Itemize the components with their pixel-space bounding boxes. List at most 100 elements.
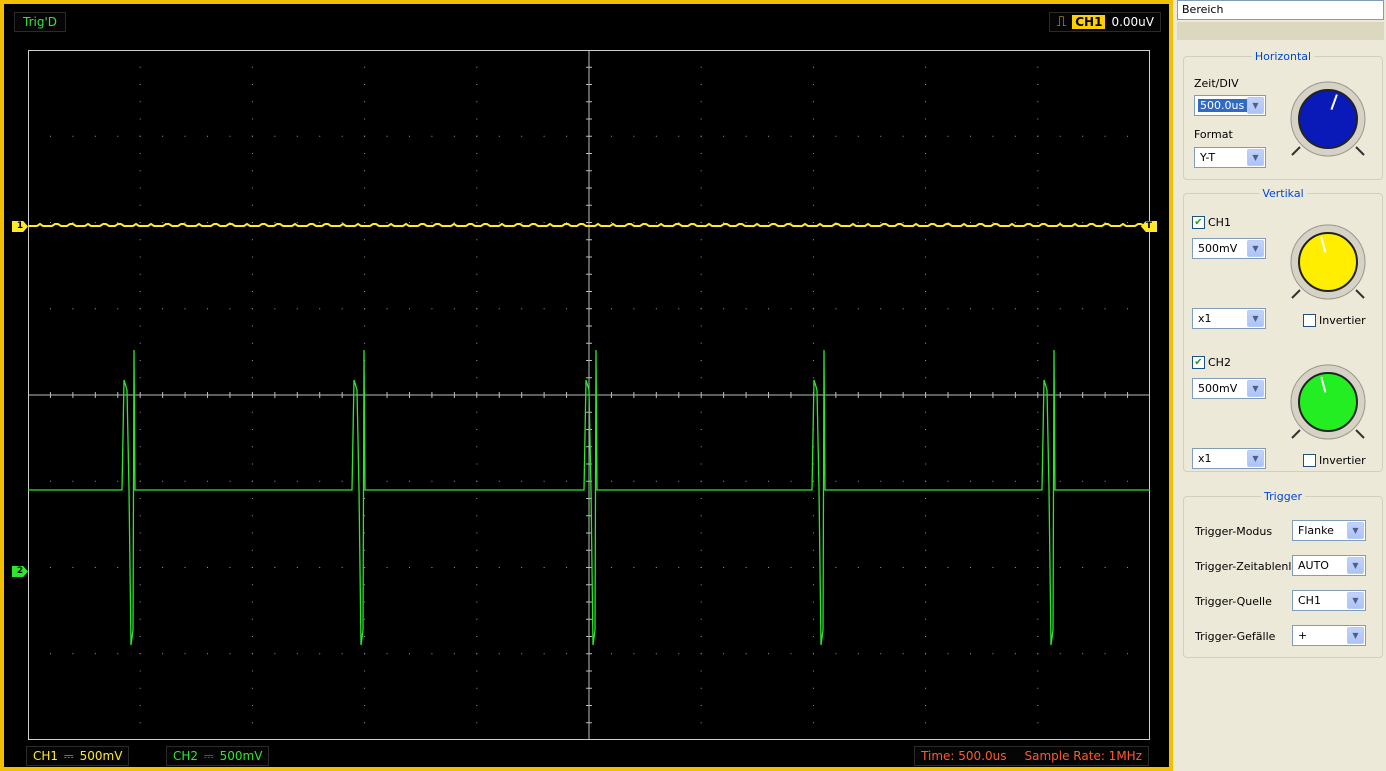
horizontal-knob[interactable] <box>1288 81 1368 161</box>
ch2-volts-knob[interactable] <box>1288 364 1368 444</box>
grid-dot <box>812 480 814 482</box>
trigger-quelle-select[interactable]: CH1 ▼ <box>1292 590 1366 611</box>
ch2-level-marker[interactable]: 2 <box>12 566 28 577</box>
zeit-div-select[interactable]: 500.0us ▼ <box>1194 95 1266 116</box>
grid-dot <box>139 222 141 223</box>
grid-dot <box>947 567 949 568</box>
chevron-down-icon[interactable]: ▼ <box>1247 97 1264 114</box>
grid-dot <box>925 187 927 189</box>
grid-dot <box>925 480 927 482</box>
grid-dot <box>319 653 321 655</box>
grid-dot <box>925 66 927 68</box>
grid-dot <box>1037 118 1039 120</box>
grid-dot <box>925 101 927 103</box>
grid-dot <box>251 308 253 310</box>
chevron-down-icon[interactable]: ▼ <box>1247 310 1264 327</box>
grid-dot <box>139 411 141 413</box>
grid-dot <box>925 705 927 706</box>
grid-dot <box>476 549 478 551</box>
grid-dot <box>969 222 971 223</box>
knob-face <box>1298 89 1358 149</box>
trigger-info: ⎍ CH1 0.00uV <box>1049 12 1161 32</box>
ch2-status-scale: 500mV <box>219 749 263 763</box>
chevron-down-icon[interactable]: ▼ <box>1247 380 1264 397</box>
grid-dot <box>812 515 814 517</box>
grid-dot <box>207 135 209 137</box>
trigger-gefaelle-label: Trigger-Gefälle <box>1195 630 1276 643</box>
ch2-volts-select[interactable]: 500mV ▼ <box>1192 378 1266 399</box>
grid-dot <box>543 653 545 655</box>
grid-dot <box>296 480 298 482</box>
oscilloscope-display[interactable]: Trig'D ⎍ CH1 0.00uV 1 2 T CH1 ⎓ 500mV CH… <box>0 0 1173 771</box>
grid-dot <box>1037 446 1039 448</box>
grid-dot <box>1037 411 1039 413</box>
grid-dot <box>139 377 141 379</box>
trigger-gefaelle-select[interactable]: + ▼ <box>1292 625 1366 646</box>
grid-dot <box>453 567 455 568</box>
ch1-enable-checkbox[interactable]: ✔ CH1 <box>1192 216 1231 229</box>
grid-dot <box>812 532 814 534</box>
chevron-down-icon[interactable]: ▼ <box>1347 592 1364 609</box>
trigger-zeit-select[interactable]: AUTO ▼ <box>1292 555 1366 576</box>
grid-dot <box>431 567 433 568</box>
grid-dot <box>521 308 523 310</box>
grid-dot <box>476 498 478 499</box>
grid-dot <box>139 360 141 361</box>
grid-dot <box>925 256 927 258</box>
chevron-down-icon[interactable]: ▼ <box>1347 557 1364 574</box>
grid-dot <box>476 135 478 137</box>
ch1-invert-checkbox[interactable]: Invertier <box>1303 314 1366 327</box>
grid-dot <box>1037 636 1039 637</box>
chevron-down-icon[interactable]: ▼ <box>1247 450 1264 467</box>
grid-dot <box>947 135 949 137</box>
grid-dot <box>117 567 119 568</box>
ch2-enable-label: CH2 <box>1208 356 1231 369</box>
ch1-volts-knob[interactable] <box>1288 224 1368 304</box>
ch1-volts-select[interactable]: 500mV ▼ <box>1192 238 1266 259</box>
ch1-probe-select[interactable]: x1 ▼ <box>1192 308 1266 329</box>
grid-dot <box>1037 342 1039 344</box>
horizontal-title: Horizontal <box>1254 50 1312 63</box>
grid-dot <box>251 670 253 672</box>
grid-dot <box>251 273 253 275</box>
grid-dot <box>1037 705 1039 706</box>
grid-dot <box>364 187 366 189</box>
grid-dot <box>1059 480 1061 482</box>
grid-dot <box>700 342 702 344</box>
grid-dot <box>139 480 141 482</box>
checkmark-icon: ✔ <box>1192 216 1205 229</box>
grid-dot <box>1037 567 1039 568</box>
grid-dot <box>610 222 612 223</box>
grid-dot <box>431 222 433 223</box>
chevron-down-icon[interactable]: ▼ <box>1247 240 1264 257</box>
grid-dot <box>1037 480 1039 482</box>
format-select[interactable]: Y-T ▼ <box>1194 147 1266 168</box>
grid-dot <box>319 480 321 482</box>
grid-dot <box>251 256 253 258</box>
grid-dot <box>723 222 725 223</box>
grid-dot <box>476 273 478 275</box>
chevron-down-icon[interactable]: ▼ <box>1347 522 1364 539</box>
grid-dot <box>969 135 971 137</box>
ch1-level-marker[interactable]: 1 <box>12 221 28 232</box>
grid-dot <box>992 653 994 655</box>
chevron-down-icon[interactable]: ▼ <box>1247 149 1264 166</box>
trigger-modus-select[interactable]: Flanke ▼ <box>1292 520 1366 541</box>
grid-dot <box>1037 204 1039 206</box>
grid-dot <box>1104 480 1106 482</box>
grid-dot <box>812 601 814 603</box>
grid-dot <box>925 429 927 430</box>
ch2-probe-select[interactable]: x1 ▼ <box>1192 448 1266 469</box>
grid-dot <box>251 567 253 568</box>
grid-dot <box>543 567 545 568</box>
grid-dot <box>341 480 343 482</box>
bereich-field[interactable]: Bereich <box>1177 0 1384 20</box>
horizontal-group: Horizontal Zeit/DIV 500.0us ▼ Format Y-T… <box>1183 50 1383 180</box>
grid-dot <box>408 308 410 310</box>
ch2-enable-checkbox[interactable]: ✔ CH2 <box>1192 356 1231 369</box>
ch2-invert-checkbox[interactable]: Invertier <box>1303 454 1366 467</box>
grid-dot <box>745 480 747 482</box>
dc-coupling-icon: ⎓ <box>204 748 214 763</box>
grid-dot <box>364 135 366 137</box>
chevron-down-icon[interactable]: ▼ <box>1347 627 1364 644</box>
